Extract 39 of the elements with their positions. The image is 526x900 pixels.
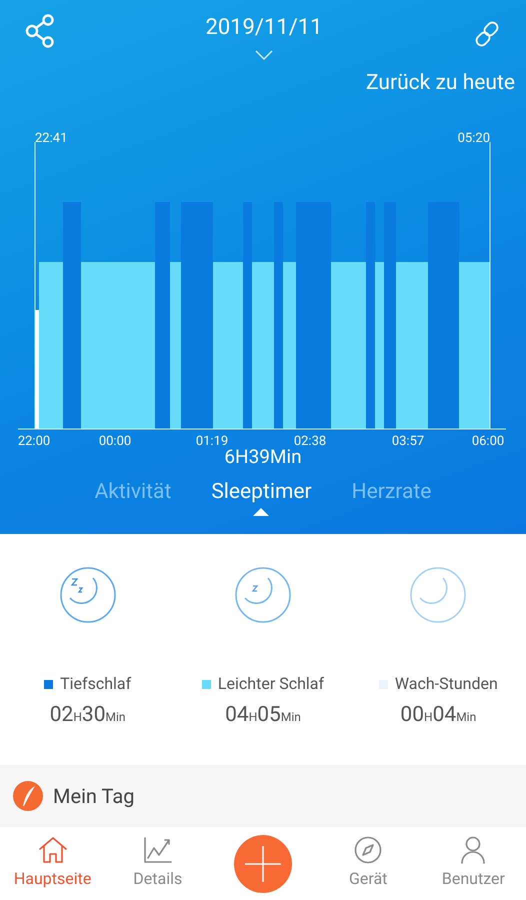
x-tick-label: 03:57 (392, 434, 424, 448)
compass-icon (354, 836, 382, 864)
nav-tab[interactable]: Hauptseite (0, 836, 106, 891)
moon-icon (409, 566, 468, 624)
stage-label: Tiefschlaf (60, 673, 132, 695)
stage-label: Wach-Stunden (394, 673, 498, 695)
back-to-today-link[interactable]: Zurück zu heute (366, 68, 515, 100)
link-icon[interactable] (472, 20, 501, 48)
line-chart-icon (142, 836, 173, 864)
x-tick-label: 02:38 (294, 434, 326, 448)
x-tick-label: 22:00 (18, 434, 50, 448)
my-day-bar[interactable]: Mein Tag (0, 765, 526, 827)
tab[interactable]: Aktivität (94, 478, 172, 516)
feather-logo-icon (13, 781, 43, 811)
end-time-label: 05:20 (458, 130, 490, 146)
nav-tab[interactable]: Benutzer (420, 836, 526, 891)
x-tick-label: 06:00 (472, 434, 504, 448)
moon-icon (234, 566, 292, 624)
x-tick-label: 00:00 (98, 434, 132, 448)
total-sleep-time: 6H39Min (224, 446, 302, 468)
moon-icon (58, 566, 117, 624)
plus-icon (244, 846, 281, 882)
home-icon (38, 836, 68, 864)
tab[interactable]: Herzrate (352, 478, 432, 516)
my-day-title: Mein Tag (53, 783, 134, 810)
tab[interactable]: Sleeptimer (211, 478, 312, 516)
user-icon (460, 836, 486, 864)
nav-tab[interactable]: Details (105, 836, 210, 891)
stage-duration: 02H30Min (50, 702, 126, 729)
start-time-label: 22:41 (35, 130, 68, 146)
selected-tab-pointer (253, 508, 270, 516)
stage-duration: 00H04Min (400, 702, 476, 729)
stage-duration: 04H05Min (225, 702, 301, 729)
stage-label: Leichter Schlaf (218, 673, 324, 695)
date-title[interactable]: 2019/11/11 (205, 14, 323, 42)
nav-tab[interactable]: Gerät (316, 836, 421, 891)
chevron-down-icon[interactable] (254, 50, 273, 60)
x-tick-label: 01:19 (196, 434, 228, 448)
share-icon[interactable] (25, 14, 55, 48)
